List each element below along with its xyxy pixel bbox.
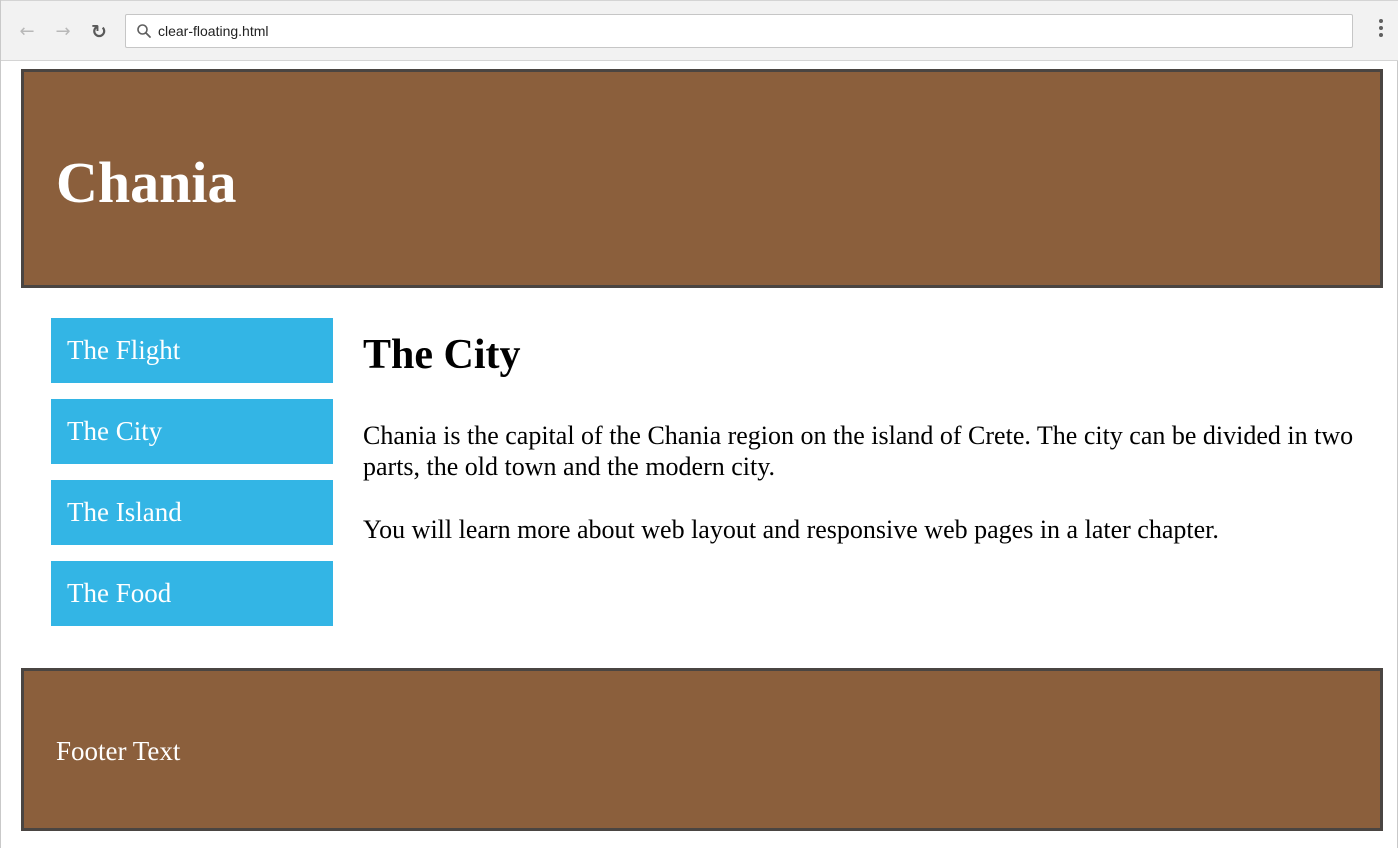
nav-item-the-flight[interactable]: The Flight bbox=[51, 318, 333, 383]
nav-item-the-city[interactable]: The City bbox=[51, 399, 333, 464]
page-header: Chania bbox=[21, 69, 1383, 288]
article-heading: The City bbox=[363, 332, 521, 378]
nav-item-the-food[interactable]: The Food bbox=[51, 561, 333, 626]
article-paragraph: You will learn more about web layout and… bbox=[363, 515, 1219, 544]
article-paragraph: Chania is the capital of the Chania regi… bbox=[363, 421, 1354, 481]
arrow-right-icon[interactable]: → bbox=[53, 22, 73, 42]
address-url[interactable]: clear-floating.html bbox=[158, 15, 269, 47]
browser-toolbar: ← → ↻ clear-floating.html bbox=[1, 0, 1398, 61]
reload-icon[interactable]: ↻ bbox=[89, 22, 109, 42]
arrow-left-icon[interactable]: ← bbox=[17, 22, 37, 42]
browser-window: ← → ↻ clear-floating.html Chania The Fli… bbox=[0, 0, 1398, 848]
kebab-menu-icon[interactable] bbox=[1377, 19, 1385, 43]
footer-text: Footer Text bbox=[56, 736, 181, 766]
page-footer: Footer Text bbox=[21, 668, 1383, 831]
page-title: Chania bbox=[56, 150, 237, 215]
address-bar[interactable]: clear-floating.html bbox=[125, 14, 1353, 48]
article: The City Chania is the capital of the Ch… bbox=[363, 320, 1363, 545]
search-icon bbox=[137, 24, 151, 38]
nav-menu: The Flight The City The Island The Food bbox=[51, 318, 333, 642]
nav-item-the-island[interactable]: The Island bbox=[51, 480, 333, 545]
